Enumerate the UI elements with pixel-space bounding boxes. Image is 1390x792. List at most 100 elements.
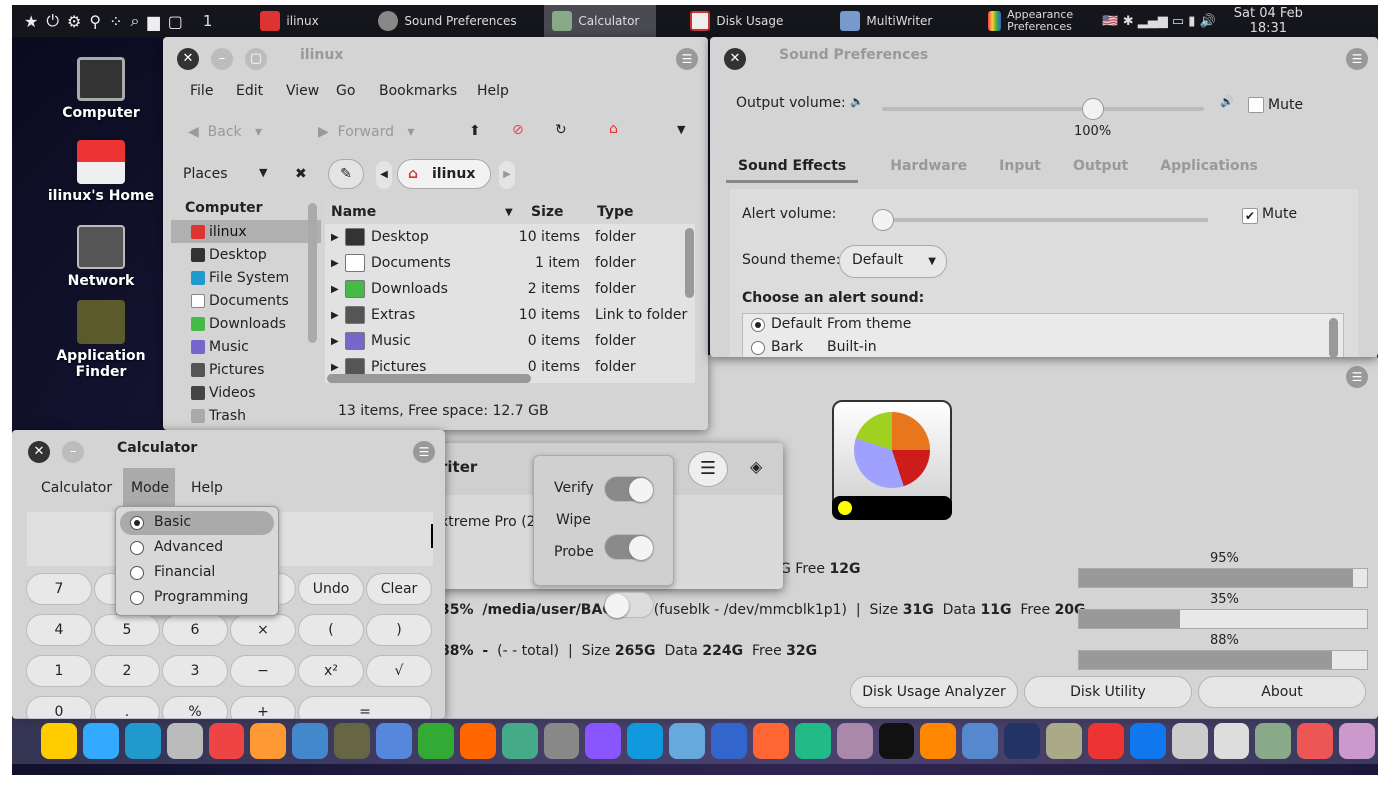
maximize-button[interactable]: ▢	[245, 48, 267, 70]
calc-key[interactable]: .	[94, 696, 160, 719]
search-icon[interactable]: ⌕	[130, 11, 139, 31]
desktop-icon-home[interactable]: ilinux's Home	[46, 140, 156, 204]
wipe-toggle[interactable]	[604, 534, 654, 560]
window-menu-button[interactable]: ☰	[1346, 366, 1368, 388]
task-ilinux[interactable]: ilinux	[252, 5, 370, 37]
dock-app-icon[interactable]	[752, 723, 789, 759]
menu-help[interactable]: Help	[477, 83, 509, 99]
dock-app-icon[interactable]	[82, 723, 119, 759]
stop-icon[interactable]: ⊘	[512, 122, 524, 138]
workspace-switcher[interactable]: 1	[203, 12, 213, 30]
places-selector[interactable]: Places	[183, 166, 228, 182]
calc-key[interactable]: Undo	[298, 573, 364, 605]
clock[interactable]: Sat 04 Feb 18:31	[1234, 6, 1303, 36]
disk-usage-analyzer-button[interactable]: Disk Usage Analyzer	[850, 676, 1018, 708]
calc-key[interactable]: %	[162, 696, 228, 719]
sidebar-item-videos[interactable]: Videos	[171, 381, 321, 404]
calc-key[interactable]: +	[230, 696, 296, 719]
dock-app-icon[interactable]	[208, 723, 245, 759]
calc-key[interactable]: 1	[26, 655, 92, 687]
dock-app-icon[interactable]	[878, 723, 915, 759]
dock-app-icon[interactable]	[920, 723, 957, 759]
sidebar-item-downloads[interactable]: Downloads	[171, 312, 321, 335]
dock-app-icon[interactable]	[585, 723, 622, 759]
dock-app-icon[interactable]	[794, 723, 831, 759]
binoculars-icon[interactable]: ⚲	[89, 12, 101, 31]
sound-list-scrollbar[interactable]	[1329, 318, 1338, 357]
dock-app-icon[interactable]	[417, 723, 454, 759]
tray-icons[interactable]: 🇺🇸 ✱ ▂▄▆ ▭ ▮ 🔊	[1102, 14, 1215, 29]
calc-key[interactable]: ×	[230, 614, 296, 646]
radio-bark[interactable]	[751, 341, 765, 355]
menu-mode[interactable]: Mode	[123, 468, 175, 508]
apps-icon[interactable]: ⁘	[109, 12, 122, 31]
forward-button[interactable]: ▶ Forward ▾	[318, 124, 414, 140]
sidebar-item-documents[interactable]: Documents	[171, 289, 321, 312]
dock-app-icon[interactable]	[250, 723, 287, 759]
dock-app-icon[interactable]	[1213, 723, 1250, 759]
back-button[interactable]: ◀ Back ▾	[188, 124, 262, 140]
calc-key[interactable]: 2	[94, 655, 160, 687]
dock-app-icon[interactable]	[836, 723, 873, 759]
calc-key[interactable]: 0	[26, 696, 92, 719]
column-type[interactable]: Type	[597, 204, 634, 220]
dock-app-icon[interactable]	[41, 723, 77, 759]
hamburger-menu-button[interactable]: ☰	[688, 451, 728, 487]
calc-key[interactable]: )	[366, 614, 432, 646]
minimize-button[interactable]: –	[62, 441, 84, 463]
power-icon[interactable]: ⏻	[46, 11, 59, 31]
task-multiwriter[interactable]: MultiWriter	[832, 5, 980, 37]
column-size[interactable]: Size	[531, 204, 564, 220]
calc-key[interactable]: =	[298, 696, 432, 719]
probe-toggle[interactable]	[604, 592, 654, 618]
alert-volume-slider[interactable]	[872, 209, 1208, 231]
home-icon[interactable]: ⌂	[609, 121, 618, 137]
dock-app-icon[interactable]	[962, 723, 999, 759]
task-appearance[interactable]: Appearance Preferences	[980, 5, 1100, 37]
menu-edit[interactable]: Edit	[236, 83, 286, 99]
dock-app-icon[interactable]	[1004, 723, 1040, 759]
toolbar-overflow[interactable]: ▼	[677, 123, 685, 136]
close-sidebar-icon[interactable]: ✖	[295, 166, 307, 182]
expand-icon[interactable]: ▶	[331, 284, 339, 295]
sidebar-item-trash[interactable]: Trash	[171, 404, 321, 427]
usb-icon[interactable]: ◈	[750, 457, 762, 476]
sidebar-scrollbar[interactable]	[308, 203, 317, 343]
output-mute-checkbox[interactable]	[1248, 97, 1264, 113]
expand-icon[interactable]: ▶	[331, 232, 339, 243]
expand-icon[interactable]: ▶	[331, 310, 339, 321]
dock-app-icon[interactable]	[166, 723, 203, 759]
dock-app-icon[interactable]	[543, 723, 580, 759]
dock-app-icon[interactable]	[334, 723, 370, 759]
calc-key[interactable]: 6	[162, 614, 228, 646]
show-desktop-icon[interactable]: ▢	[168, 12, 183, 31]
tab-applications[interactable]: Applications	[1160, 158, 1258, 183]
sidebar-item-pictures[interactable]: Pictures	[171, 358, 321, 381]
file-row[interactable]: ▶ Music 0 items folder	[325, 328, 695, 354]
mode-option[interactable]: Programming	[120, 586, 274, 610]
path-button-ilinux[interactable]: ⌂ ilinux	[397, 159, 491, 189]
sidebar-item-filesystem[interactable]: File System	[171, 266, 321, 289]
menu-calculator[interactable]: Calculator	[41, 480, 112, 496]
minimize-button[interactable]: –	[211, 48, 233, 70]
task-sound-preferences[interactable]: Sound Preferences	[370, 5, 544, 37]
menu-help[interactable]: Help	[191, 480, 223, 496]
window-menu-button[interactable]: ☰	[1346, 48, 1368, 70]
mode-option[interactable]: Financial	[120, 561, 274, 585]
calc-key[interactable]: 3	[162, 655, 228, 687]
vertical-scrollbar[interactable]	[685, 228, 694, 298]
task-disk-usage[interactable]: Disk Usage	[682, 5, 832, 37]
calc-key[interactable]: (	[298, 614, 364, 646]
menu-file[interactable]: File	[190, 83, 236, 99]
sidebar-item-desktop[interactable]: Desktop	[171, 243, 321, 266]
menu-bookmarks[interactable]: Bookmarks	[379, 83, 477, 99]
dock-app-icon[interactable]	[1339, 723, 1375, 759]
calc-key[interactable]: 5	[94, 614, 160, 646]
dock-app-icon[interactable]	[669, 723, 705, 759]
calc-key[interactable]: −	[230, 655, 296, 687]
dock-app-icon[interactable]	[1087, 723, 1124, 759]
dock-app-icon[interactable]	[627, 723, 664, 759]
close-button[interactable]: ✕	[28, 441, 50, 463]
menu-go[interactable]: Go	[336, 83, 379, 99]
close-button[interactable]: ✕	[177, 48, 199, 70]
